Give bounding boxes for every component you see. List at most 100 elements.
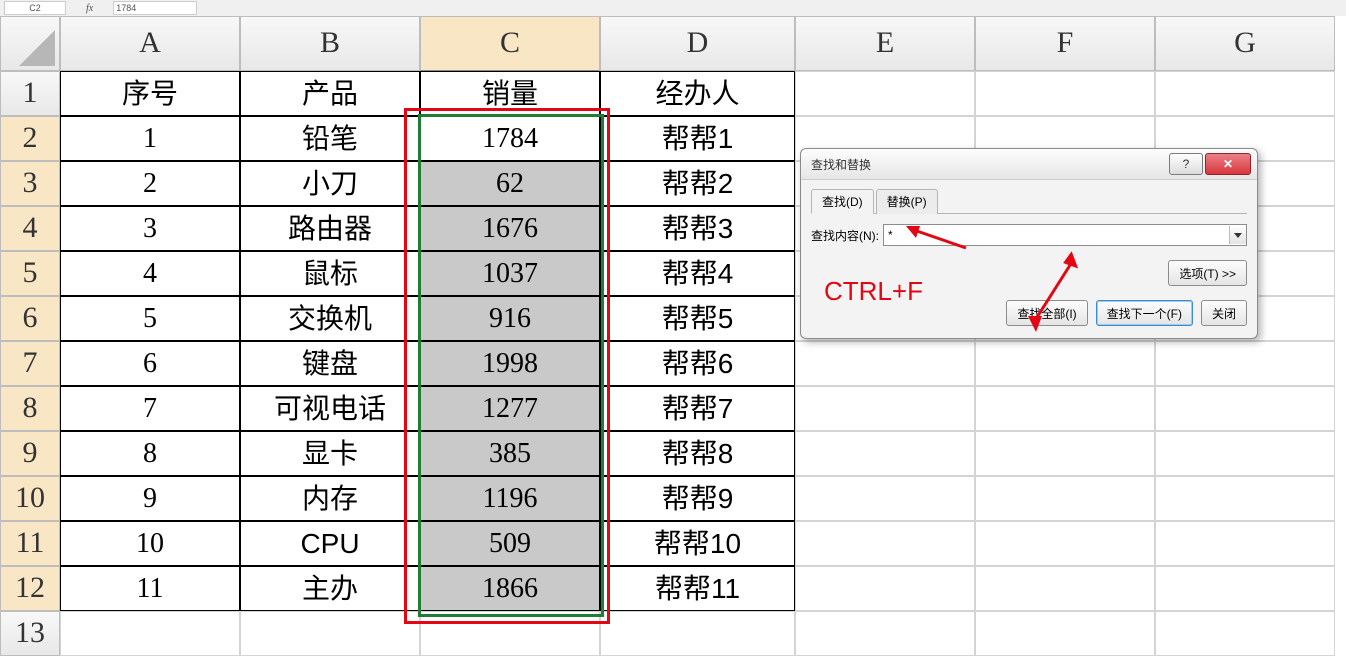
- row-header-1[interactable]: 1: [0, 71, 60, 116]
- col-header-A[interactable]: A: [60, 16, 240, 71]
- cell-D9[interactable]: 帮帮8: [600, 431, 795, 476]
- cell-C13[interactable]: [420, 611, 600, 656]
- row-header-3[interactable]: 3: [0, 161, 60, 206]
- cell-B11[interactable]: CPU: [240, 521, 420, 566]
- col-header-B[interactable]: B: [240, 16, 420, 71]
- find-combo[interactable]: [883, 224, 1247, 246]
- cell-A9[interactable]: 8: [60, 431, 240, 476]
- cell-D5[interactable]: 帮帮4: [600, 251, 795, 296]
- formula-input[interactable]: 1784: [113, 1, 197, 15]
- dialog-titlebar[interactable]: 查找和替换 ? ✕: [801, 149, 1257, 180]
- cell-C4[interactable]: 1676: [420, 206, 600, 251]
- cell-A4[interactable]: 3: [60, 206, 240, 251]
- cell-F8[interactable]: [975, 386, 1155, 431]
- cell-D11[interactable]: 帮帮10: [600, 521, 795, 566]
- window-close-button[interactable]: ✕: [1205, 153, 1251, 175]
- cell-E9[interactable]: [795, 431, 975, 476]
- cell-D6[interactable]: 帮帮5: [600, 296, 795, 341]
- cell-C3[interactable]: 62: [420, 161, 600, 206]
- cell-D7[interactable]: 帮帮6: [600, 341, 795, 386]
- cell-E11[interactable]: [795, 521, 975, 566]
- cell-F11[interactable]: [975, 521, 1155, 566]
- row-header-7[interactable]: 7: [0, 341, 60, 386]
- cell-B5[interactable]: 鼠标: [240, 251, 420, 296]
- cell-F13[interactable]: [975, 611, 1155, 656]
- row-header-6[interactable]: 6: [0, 296, 60, 341]
- cell-B8[interactable]: 可视电话: [240, 386, 420, 431]
- row-header-11[interactable]: 11: [0, 521, 60, 566]
- cell-A12[interactable]: 11: [60, 566, 240, 611]
- cell-B9[interactable]: 显卡: [240, 431, 420, 476]
- cell-D3[interactable]: 帮帮2: [600, 161, 795, 206]
- options-button[interactable]: 选项(T) >>: [1168, 260, 1247, 286]
- cell-C5[interactable]: 1037: [420, 251, 600, 296]
- find-next-button[interactable]: 查找下一个(F): [1096, 300, 1193, 326]
- cell-B3[interactable]: 小刀: [240, 161, 420, 206]
- col-header-F[interactable]: F: [975, 16, 1155, 71]
- cell-A8[interactable]: 7: [60, 386, 240, 431]
- cell-A5[interactable]: 4: [60, 251, 240, 296]
- cell-C11[interactable]: 509: [420, 521, 600, 566]
- row-header-5[interactable]: 5: [0, 251, 60, 296]
- row-header-9[interactable]: 9: [0, 431, 60, 476]
- find-all-button[interactable]: 查找全部(I): [1006, 300, 1087, 326]
- cell-E10[interactable]: [795, 476, 975, 521]
- cell-D1[interactable]: 经办人: [600, 71, 795, 116]
- col-header-C[interactable]: C: [420, 16, 600, 71]
- col-header-G[interactable]: G: [1155, 16, 1335, 71]
- cell-G10[interactable]: [1155, 476, 1335, 521]
- cell-F9[interactable]: [975, 431, 1155, 476]
- cell-B2[interactable]: 铅笔: [240, 116, 420, 161]
- find-input[interactable]: [884, 226, 1229, 244]
- cell-B12[interactable]: 主办: [240, 566, 420, 611]
- cell-G1[interactable]: [1155, 71, 1335, 116]
- cell-G12[interactable]: [1155, 566, 1335, 611]
- cell-C7[interactable]: 1998: [420, 341, 600, 386]
- find-dropdown-icon[interactable]: [1229, 226, 1246, 244]
- row-header-12[interactable]: 12: [0, 566, 60, 611]
- cell-A13[interactable]: [60, 611, 240, 656]
- cell-B10[interactable]: 内存: [240, 476, 420, 521]
- cell-D2[interactable]: 帮帮1: [600, 116, 795, 161]
- select-all-corner[interactable]: [0, 16, 60, 71]
- cell-A3[interactable]: 2: [60, 161, 240, 206]
- row-header-4[interactable]: 4: [0, 206, 60, 251]
- cell-C6[interactable]: 916: [420, 296, 600, 341]
- cell-D12[interactable]: 帮帮11: [600, 566, 795, 611]
- cell-E12[interactable]: [795, 566, 975, 611]
- tab-replace[interactable]: 替换(P): [876, 189, 938, 214]
- cell-D8[interactable]: 帮帮7: [600, 386, 795, 431]
- cell-F12[interactable]: [975, 566, 1155, 611]
- find-replace-dialog[interactable]: 查找和替换 ? ✕ 查找(D) 替换(P) 查找内容(N): 选项(T) >> …: [800, 148, 1258, 339]
- cell-A2[interactable]: 1: [60, 116, 240, 161]
- cell-B7[interactable]: 键盘: [240, 341, 420, 386]
- fx-icon[interactable]: fx: [86, 3, 93, 14]
- close-button[interactable]: 关闭: [1201, 300, 1247, 326]
- cell-F1[interactable]: [975, 71, 1155, 116]
- name-box[interactable]: C2: [4, 1, 66, 15]
- cell-B1[interactable]: 产品: [240, 71, 420, 116]
- cell-F10[interactable]: [975, 476, 1155, 521]
- row-header-2[interactable]: 2: [0, 116, 60, 161]
- cell-G9[interactable]: [1155, 431, 1335, 476]
- col-header-E[interactable]: E: [795, 16, 975, 71]
- cell-D10[interactable]: 帮帮9: [600, 476, 795, 521]
- cell-E1[interactable]: [795, 71, 975, 116]
- cell-B6[interactable]: 交换机: [240, 296, 420, 341]
- cell-G7[interactable]: [1155, 341, 1335, 386]
- row-header-10[interactable]: 10: [0, 476, 60, 521]
- cell-A7[interactable]: 6: [60, 341, 240, 386]
- cell-C8[interactable]: 1277: [420, 386, 600, 431]
- help-button[interactable]: ?: [1169, 153, 1203, 175]
- cell-C2[interactable]: 1784: [420, 116, 600, 161]
- tab-find[interactable]: 查找(D): [811, 189, 874, 214]
- cell-G11[interactable]: [1155, 521, 1335, 566]
- cell-C12[interactable]: 1866: [420, 566, 600, 611]
- cell-A1[interactable]: 序号: [60, 71, 240, 116]
- cell-D13[interactable]: [600, 611, 795, 656]
- cell-F7[interactable]: [975, 341, 1155, 386]
- cell-C10[interactable]: 1196: [420, 476, 600, 521]
- cell-E13[interactable]: [795, 611, 975, 656]
- cell-G8[interactable]: [1155, 386, 1335, 431]
- cell-B4[interactable]: 路由器: [240, 206, 420, 251]
